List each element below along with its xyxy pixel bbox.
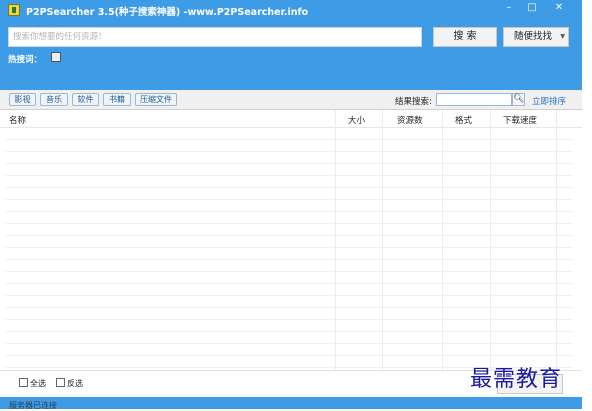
select-all-label: 全选 [30, 379, 46, 388]
minimize-button[interactable]: – [498, 0, 520, 16]
result-search-input[interactable] [436, 93, 512, 106]
table-row [6, 211, 572, 212]
table-row [6, 295, 572, 296]
table-row [6, 307, 572, 308]
app-logo-icon [8, 4, 20, 16]
status-bar [0, 397, 582, 409]
table-row [6, 235, 572, 236]
table-row [6, 139, 572, 140]
invert-select-label: 反选 [67, 379, 83, 388]
table-row [6, 223, 572, 224]
category-music[interactable]: 音乐 [40, 93, 68, 106]
maximize-button[interactable]: □ [521, 0, 543, 16]
table-row [6, 331, 572, 332]
table-row [6, 355, 572, 356]
category-books[interactable]: 书籍 [103, 93, 131, 106]
close-button[interactable]: ✕ [544, 0, 574, 16]
watermark-text: 最需教育 [470, 367, 563, 392]
lock-icon[interactable] [51, 52, 61, 62]
search-icon[interactable]: 🔍︎ [512, 93, 525, 106]
chevron-down-icon[interactable]: ▾ [560, 28, 565, 46]
column-sources[interactable]: 资源数 [397, 114, 423, 126]
table-row [6, 163, 572, 164]
sort-link[interactable]: 立即排序 [532, 95, 566, 107]
invert-select-checkbox[interactable] [56, 378, 65, 387]
table-row [6, 199, 572, 200]
search-button[interactable]: 搜 索 [433, 27, 497, 47]
category-archives[interactable]: 压缩文件 [135, 93, 177, 106]
hot-words-label: 热搜词： [8, 55, 43, 65]
search-input[interactable]: 搜索你想要的任何资源！ [8, 27, 422, 47]
category-software[interactable]: 软件 [72, 93, 99, 106]
window-title: P2PSearcher 3.5(种子搜索神器) -www.P2PSearcher… [26, 7, 309, 18]
column-name[interactable]: 名称 [9, 114, 26, 126]
random-search-label: 随便找找 [514, 31, 553, 42]
table-header: 名称 大小 资源数 格式 下载速度 [0, 110, 582, 128]
table-row [6, 259, 572, 260]
app-window: P2PSearcher 3.5(种子搜索神器) -www.P2PSearcher… [0, 0, 592, 410]
column-speed[interactable]: 下载速度 [503, 114, 537, 126]
column-size[interactable]: 大小 [348, 114, 365, 126]
status-text: 服务器已连接 [9, 401, 57, 410]
table-row [6, 151, 572, 152]
result-search-label: 结果搜索: [395, 97, 432, 107]
results-table[interactable]: 名称 大小 资源数 格式 下载速度 [0, 110, 582, 370]
table-row [6, 283, 572, 284]
select-all-checkbox[interactable] [19, 378, 28, 387]
table-row [6, 247, 572, 248]
table-row [6, 187, 572, 188]
table-row [6, 319, 572, 320]
table-row [6, 343, 572, 344]
category-video[interactable]: 影视 [9, 93, 36, 106]
table-row [6, 271, 572, 272]
title-bar[interactable]: P2PSearcher 3.5(种子搜索神器) -www.P2PSearcher… [0, 0, 582, 20]
table-row [6, 175, 572, 176]
column-format[interactable]: 格式 [455, 114, 472, 126]
random-search-button[interactable]: 随便找找 ▾ [503, 27, 569, 47]
